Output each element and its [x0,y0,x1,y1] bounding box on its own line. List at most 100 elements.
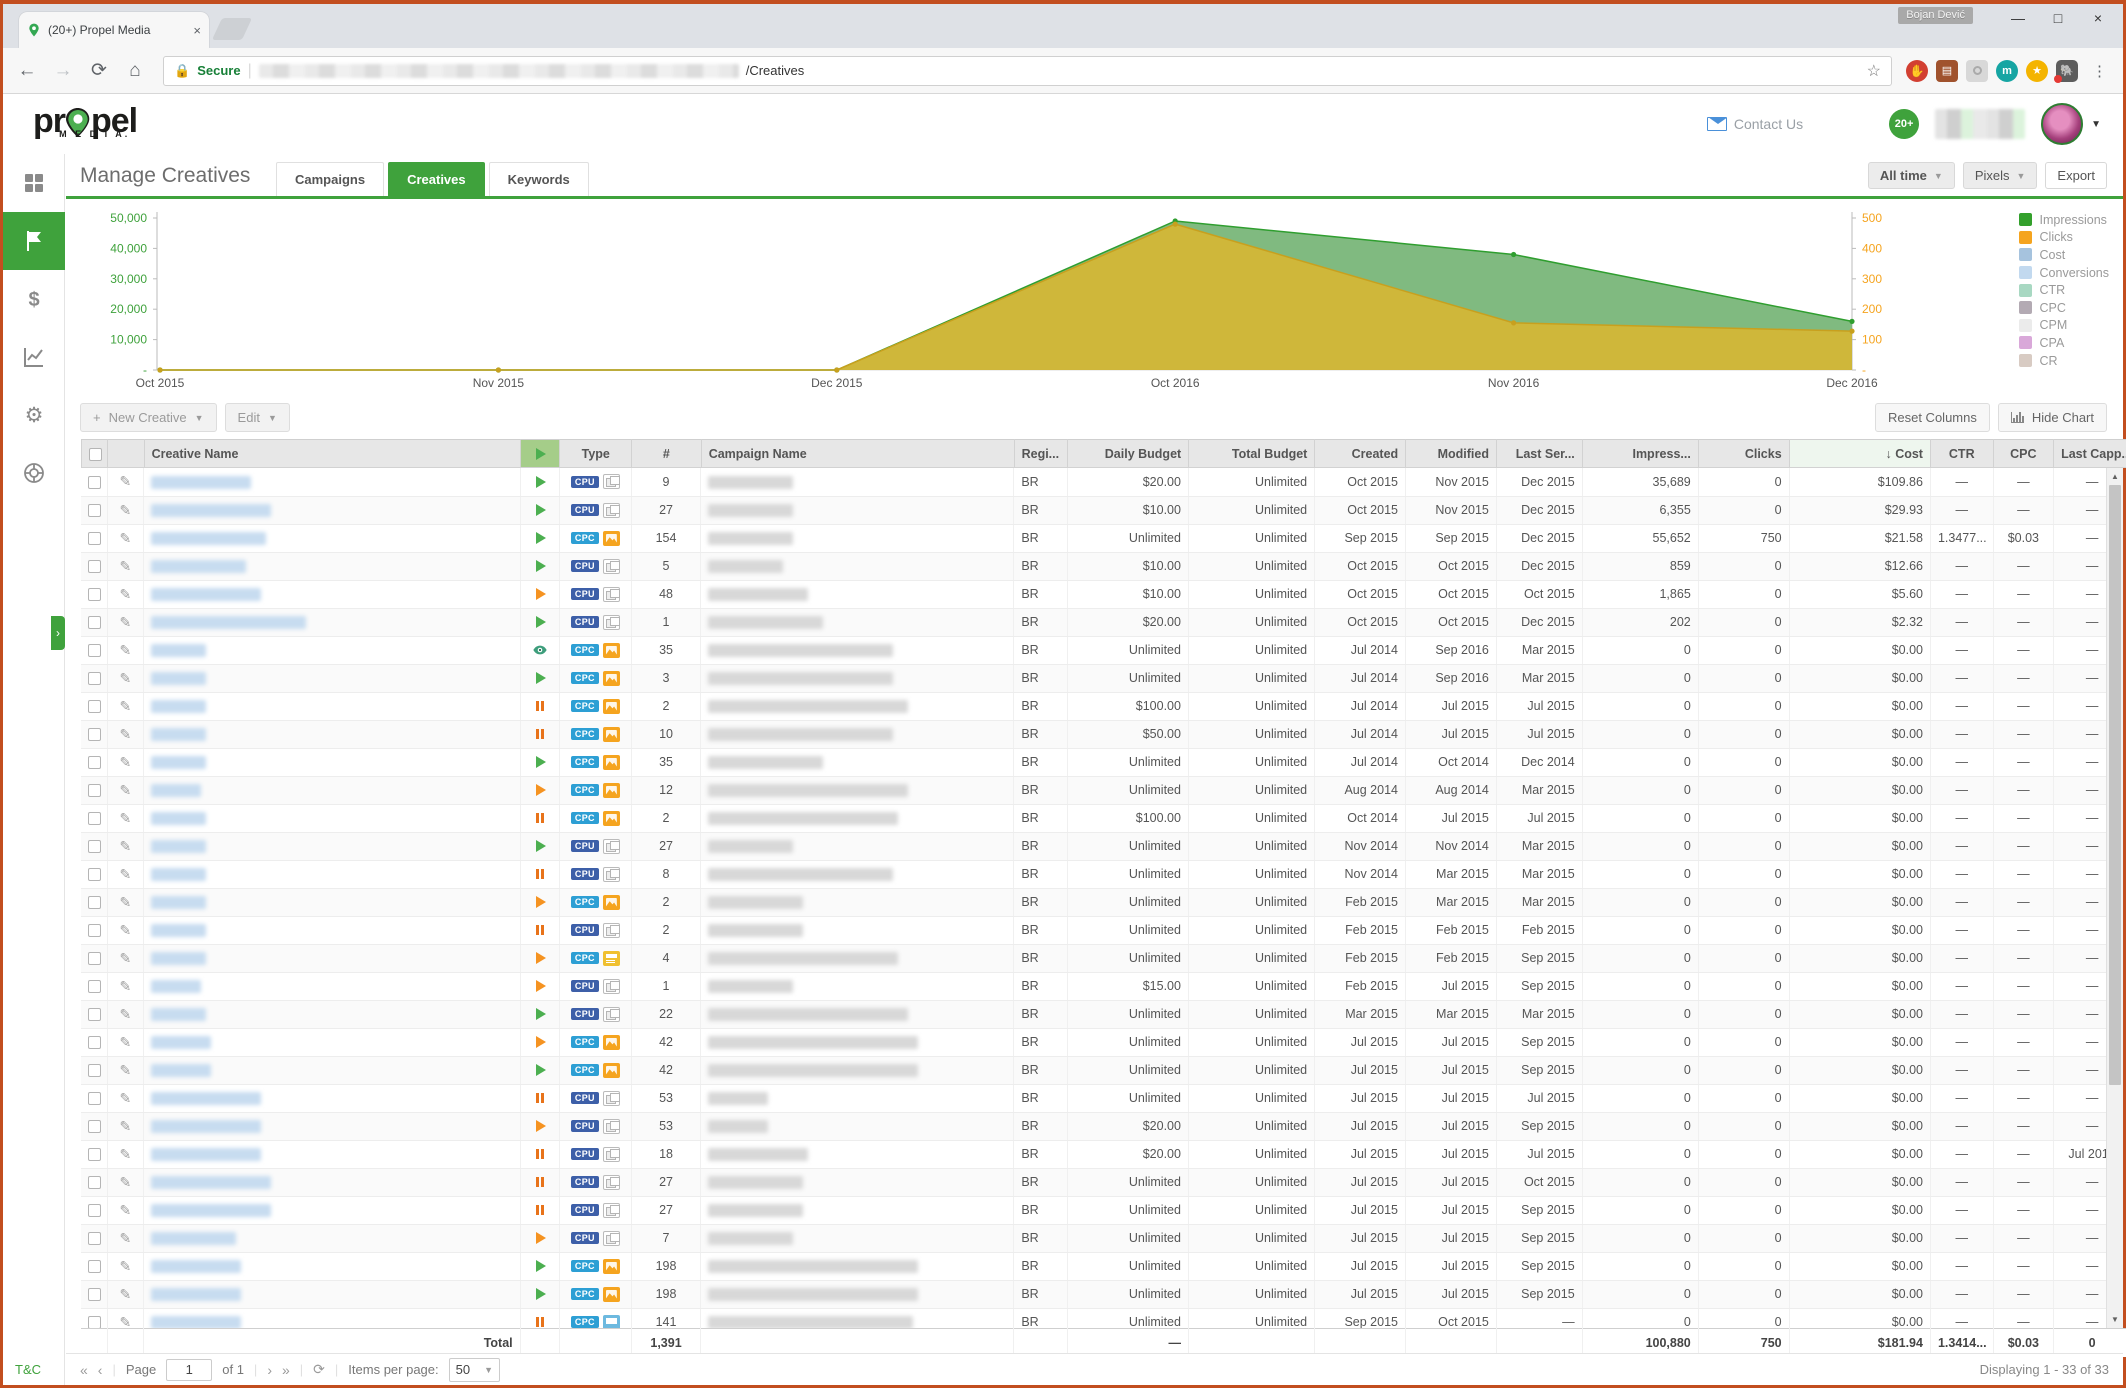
status-play-icon[interactable] [520,1056,559,1084]
table-row[interactable]: ✎ CPU 1 BR $20.00 Unlimited Oct 2015 Oct… [81,608,2123,636]
column-header-modified[interactable]: Modified [1406,440,1497,468]
avatar[interactable] [2041,103,2083,145]
row-checkbox[interactable] [81,860,107,888]
table-row[interactable]: ✎ CPC 198 BR Unlimited Unlimited Jul 201… [81,1252,2123,1280]
row-checkbox[interactable] [81,1168,107,1196]
column-header-clicks[interactable]: Clicks [1698,440,1789,468]
campaign-name-redacted[interactable] [701,888,1014,916]
campaign-name-redacted[interactable] [701,496,1014,524]
campaign-name-redacted[interactable] [701,1000,1014,1028]
row-edit-pencil-icon[interactable]: ✎ [107,580,143,608]
reload-icon[interactable]: ⟳ [85,59,113,82]
status-play-icon[interactable] [520,496,559,524]
row-edit-pencil-icon[interactable]: ✎ [107,804,143,832]
campaign-name-redacted[interactable] [701,1028,1014,1056]
row-edit-pencil-icon[interactable]: ✎ [107,720,143,748]
table-row[interactable]: ✎ CPC 35 BR Unlimited Unlimited Jul 2014… [81,636,2123,664]
row-edit-pencil-icon[interactable]: ✎ [107,1140,143,1168]
row-edit-pencil-icon[interactable]: ✎ [107,1028,143,1056]
creative-name-redacted[interactable] [144,692,521,720]
scroll-down-icon[interactable]: ▼ [2107,1311,2123,1328]
creative-name-redacted[interactable] [144,664,521,692]
address-bar[interactable]: 🔒 Secure | /Creatives ☆ [163,56,1892,86]
table-row[interactable]: ✎ CPC 42 BR Unlimited Unlimited Jul 2015… [81,1028,2123,1056]
creative-name-redacted[interactable] [144,1224,521,1252]
table-row[interactable]: ✎ CPC 10 BR $50.00 Unlimited Jul 2014 Ju… [81,720,2123,748]
home-icon[interactable]: ⌂ [121,60,149,82]
campaign-name-redacted[interactable] [701,1196,1014,1224]
row-edit-pencil-icon[interactable]: ✎ [107,944,143,972]
creative-name-redacted[interactable] [144,496,521,524]
row-edit-pencil-icon[interactable]: ✎ [107,608,143,636]
extension-adblock-icon[interactable]: ✋ [1906,60,1928,82]
new-creative-button[interactable]: + New Creative ▼ [80,403,217,432]
row-edit-pencil-icon[interactable]: ✎ [107,916,143,944]
status-play-icon[interactable] [520,580,559,608]
row-edit-pencil-icon[interactable]: ✎ [107,1224,143,1252]
table-row[interactable]: ✎ CPU 7 BR Unlimited Unlimited Jul 2015 … [81,1224,2123,1252]
row-edit-pencil-icon[interactable]: ✎ [107,692,143,720]
status-preview-icon[interactable] [520,636,559,664]
legend-item-ctr[interactable]: CTR [2019,281,2109,299]
row-edit-pencil-icon[interactable]: ✎ [107,860,143,888]
close-button[interactable]: × [2091,10,2105,26]
campaign-name-redacted[interactable] [701,1140,1014,1168]
row-edit-pencil-icon[interactable]: ✎ [107,748,143,776]
row-edit-pencil-icon[interactable]: ✎ [107,888,143,916]
campaign-name-redacted[interactable] [701,692,1014,720]
status-play-icon[interactable] [520,1252,559,1280]
terms-link[interactable]: T&C [15,1362,41,1377]
forward-icon[interactable]: → [49,60,77,82]
row-edit-pencil-icon[interactable]: ✎ [107,1056,143,1084]
status-pause-icon[interactable] [520,692,559,720]
status-play-icon[interactable] [520,1112,559,1140]
status-play-icon[interactable] [520,832,559,860]
status-pause-icon[interactable] [520,860,559,888]
campaign-name-redacted[interactable] [701,804,1014,832]
extension-tv-icon[interactable]: ▤ [1936,60,1958,82]
account-menu-caret-icon[interactable]: ▼ [2091,119,2101,130]
hide-chart-button[interactable]: Hide Chart [1998,403,2107,432]
row-checkbox[interactable] [81,1280,107,1308]
status-play-icon[interactable] [520,1000,559,1028]
sidebar-item-settings[interactable]: ⚙ [3,386,65,444]
creative-name-redacted[interactable] [144,468,521,496]
table-row[interactable]: ✎ CPU 53 BR Unlimited Unlimited Jul 2015… [81,1084,2123,1112]
scroll-up-icon[interactable]: ▲ [2107,468,2123,485]
minimize-button[interactable]: — [2011,10,2025,26]
table-row[interactable]: ✎ CPU 48 BR $10.00 Unlimited Oct 2015 Oc… [81,580,2123,608]
row-checkbox[interactable] [81,1084,107,1112]
status-play-icon[interactable] [520,944,559,972]
creative-name-redacted[interactable] [144,1196,521,1224]
row-checkbox[interactable] [81,1140,107,1168]
campaign-name-redacted[interactable] [701,1280,1014,1308]
column-header-last_capp[interactable]: Last Capp... [2054,440,2126,468]
notification-badge[interactable]: 20+ [1889,109,1919,139]
creative-name-redacted[interactable] [144,580,521,608]
status-play-icon[interactable] [520,888,559,916]
row-checkbox[interactable] [81,552,107,580]
creative-name-redacted[interactable] [144,1168,521,1196]
creative-name-redacted[interactable] [144,832,521,860]
new-tab-button[interactable] [212,18,252,40]
time-range-dropdown[interactable]: All time▼ [1868,162,1955,189]
row-checkbox[interactable] [81,1112,107,1140]
campaign-name-redacted[interactable] [701,1056,1014,1084]
column-header-count[interactable]: # [632,440,702,468]
status-play-icon[interactable] [520,552,559,580]
row-edit-pencil-icon[interactable]: ✎ [107,1308,143,1328]
creative-name-redacted[interactable] [144,1000,521,1028]
row-checkbox[interactable] [81,832,107,860]
row-checkbox[interactable] [81,1000,107,1028]
campaign-name-redacted[interactable] [701,552,1014,580]
campaign-name-redacted[interactable] [701,636,1014,664]
table-row[interactable]: ✎ CPC 35 BR Unlimited Unlimited Jul 2014… [81,748,2123,776]
sidebar-item-dashboard[interactable] [3,154,65,212]
row-checkbox[interactable] [81,1028,107,1056]
sidebar-item-reports[interactable] [3,328,65,386]
last-page-icon[interactable]: » [282,1362,290,1378]
table-row[interactable]: ✎ CPC 3 BR Unlimited Unlimited Jul 2014 … [81,664,2123,692]
row-checkbox[interactable] [81,1056,107,1084]
row-checkbox[interactable] [81,664,107,692]
table-scrollbar[interactable]: ▲ ▼ [2106,468,2123,1328]
